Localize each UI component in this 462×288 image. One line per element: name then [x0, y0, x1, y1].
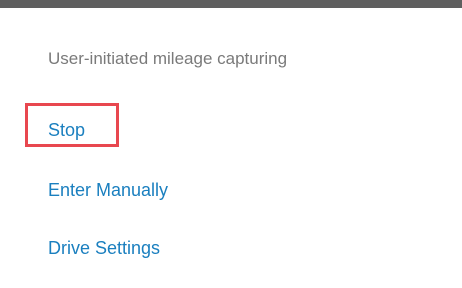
drive-settings-menu-item[interactable]: Drive Settings: [48, 237, 160, 259]
enter-manually-menu-item[interactable]: Enter Manually: [48, 179, 168, 201]
menu-header: User-initiated mileage capturing: [48, 49, 288, 68]
top-bar: [0, 0, 462, 8]
mileage-menu: User-initiated mileage capturing Stop En…: [0, 8, 462, 288]
stop-menu-item[interactable]: Stop: [48, 119, 85, 141]
